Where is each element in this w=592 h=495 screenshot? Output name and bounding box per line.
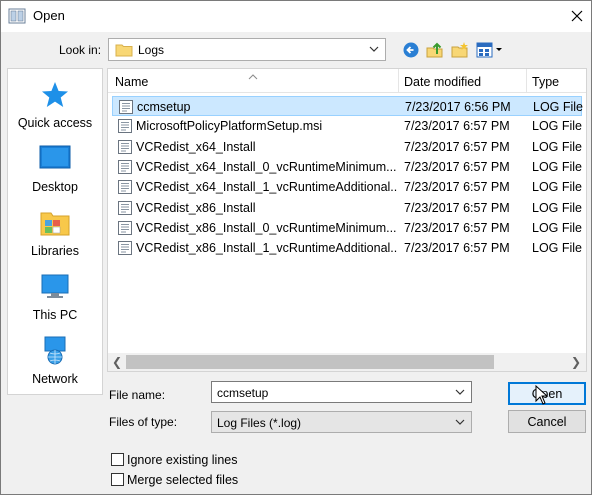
file-type: LOG File xyxy=(533,100,584,114)
file-list[interactable]: Name Date modified Type ccmsetup 7/23/201… xyxy=(107,68,587,372)
column-date[interactable]: Date modified xyxy=(404,75,481,89)
checkbox-box[interactable] xyxy=(111,453,124,466)
log-file-icon xyxy=(118,99,134,118)
file-date: 7/23/2017 6:56 PM xyxy=(405,100,511,114)
log-file-icon xyxy=(117,179,133,198)
desktop-icon xyxy=(39,143,71,175)
log-file-icon xyxy=(117,200,133,219)
view-menu-icon[interactable] xyxy=(476,40,504,60)
place-libraries[interactable]: Libraries xyxy=(8,207,102,263)
place-label: This PC xyxy=(32,308,78,322)
chevron-down-icon[interactable] xyxy=(367,42,381,59)
table-row[interactable]: VCRedist_x64_Install_0_vcRuntimeMinimum.… xyxy=(112,157,582,177)
place-label: Libraries xyxy=(31,244,79,258)
place-label: Quick access xyxy=(17,116,93,130)
file-date: 7/23/2017 6:57 PM xyxy=(404,180,510,195)
title-bar: Open xyxy=(1,1,591,32)
place-network[interactable]: Network xyxy=(8,335,102,391)
file-type: LOG File xyxy=(532,200,583,215)
filetype-label: Files of type: xyxy=(109,415,178,429)
place-this-pc[interactable]: This PC xyxy=(8,271,102,327)
open-dialog: Open Look in: Logs Quick access Desktop … xyxy=(0,0,592,495)
file-date: 7/23/2017 6:57 PM xyxy=(404,159,510,174)
file-name: ccmsetup xyxy=(137,100,191,114)
table-row[interactable]: VCRedist_x64_Install 7/23/2017 6:57 PM LOG… xyxy=(112,137,582,157)
list-header: Name Date modified Type xyxy=(108,69,586,93)
file-type: LOG File xyxy=(532,159,583,174)
network-icon xyxy=(39,335,71,367)
ignore-existing-lines-checkbox[interactable]: Ignore existing lines xyxy=(111,452,311,468)
table-row[interactable]: ccmsetup 7/23/2017 6:56 PM LOG File xyxy=(112,96,584,118)
computer-icon xyxy=(39,271,71,303)
file-date: 7/23/2017 6:57 PM xyxy=(404,220,510,235)
file-name: VCRedist_x86_Install_0_vcRuntimeMinimum.… xyxy=(136,220,397,235)
table-row[interactable]: MicrosoftPolicyPlatformSetup.msi 7/23/201… xyxy=(112,116,582,136)
up-folder-icon[interactable] xyxy=(425,40,445,60)
lookin-value: Logs xyxy=(138,43,165,57)
column-divider[interactable] xyxy=(398,69,399,93)
filename-value: ccmsetup xyxy=(217,386,269,400)
table-row[interactable]: VCRedist_x86_Install_0_vcRuntimeMinimum.… xyxy=(112,218,582,238)
column-type[interactable]: Type xyxy=(532,75,559,89)
chevron-down-icon[interactable] xyxy=(453,415,467,432)
file-name: VCRedist_x86_Install xyxy=(136,200,256,215)
checkbox-box[interactable] xyxy=(111,473,124,486)
checkbox-label: Ignore existing lines xyxy=(127,453,238,467)
close-icon[interactable] xyxy=(563,3,591,29)
file-name: VCRedist_x64_Install_1_vcRuntimeAddition… xyxy=(136,180,398,195)
horizontal-scrollbar[interactable]: ❮ ❯ xyxy=(108,353,586,371)
star-icon xyxy=(39,79,71,111)
file-type: LOG File xyxy=(532,220,583,235)
new-folder-icon[interactable] xyxy=(450,40,470,60)
cancel-button[interactable]: Cancel xyxy=(508,410,586,433)
dialog-icon xyxy=(8,8,26,24)
file-name: MicrosoftPolicyPlatformSetup.msi xyxy=(136,119,323,134)
scroll-left-icon[interactable]: ❮ xyxy=(112,355,122,369)
folder-icon xyxy=(115,42,133,60)
mouse-pointer-icon xyxy=(535,384,549,408)
file-type: LOG File xyxy=(532,241,583,256)
scroll-thumb[interactable] xyxy=(126,355,494,369)
file-date: 7/23/2017 6:57 PM xyxy=(404,241,510,256)
place-desktop[interactable]: Desktop xyxy=(8,143,102,199)
column-name[interactable]: Name xyxy=(115,75,148,89)
lookin-combobox[interactable]: Logs xyxy=(108,38,386,61)
file-date: 7/23/2017 6:57 PM xyxy=(404,119,510,134)
log-file-icon xyxy=(117,240,133,259)
table-row[interactable]: VCRedist_x86_Install_1_vcRuntimeAddition… xyxy=(112,238,582,258)
filetype-value: Log Files (*.log) xyxy=(217,416,302,430)
log-file-icon xyxy=(117,220,133,239)
place-label: Network xyxy=(32,372,78,386)
file-type: LOG File xyxy=(532,119,583,134)
filename-input[interactable]: ccmsetup xyxy=(211,381,472,403)
file-date: 7/23/2017 6:57 PM xyxy=(404,200,510,215)
filetype-select[interactable]: Log Files (*.log) xyxy=(211,411,472,433)
log-file-icon xyxy=(117,118,133,137)
lookin-label: Look in: xyxy=(59,43,102,57)
column-divider[interactable] xyxy=(526,69,527,93)
table-row[interactable]: VCRedist_x86_Install 7/23/2017 6:57 PM LOG… xyxy=(112,198,582,218)
dialog-title: Open xyxy=(33,8,65,23)
places-bar: Quick access Desktop Libraries This PC N… xyxy=(7,68,103,395)
file-name: VCRedist_x64_Install xyxy=(136,139,256,154)
file-name: VCRedist_x86_Install_1_vcRuntimeAddition… xyxy=(136,241,398,256)
log-file-icon xyxy=(117,139,133,158)
merge-selected-files-checkbox[interactable]: Merge selected files xyxy=(111,472,311,488)
scroll-right-icon[interactable]: ❯ xyxy=(571,355,581,369)
file-date: 7/23/2017 6:57 PM xyxy=(404,139,510,154)
checkbox-label: Merge selected files xyxy=(127,473,239,487)
libraries-icon xyxy=(39,207,71,239)
chevron-down-icon[interactable] xyxy=(453,385,467,402)
file-type: LOG File xyxy=(532,180,583,195)
log-file-icon xyxy=(117,159,133,178)
place-quick-access[interactable]: Quick access xyxy=(8,79,102,135)
place-label: Desktop xyxy=(32,180,78,194)
back-icon[interactable] xyxy=(401,40,421,60)
sort-ascending-icon xyxy=(248,69,258,83)
filename-label: File name: xyxy=(109,388,166,402)
table-row[interactable]: VCRedist_x64_Install_1_vcRuntimeAddition… xyxy=(112,177,582,197)
file-name: VCRedist_x64_Install_0_vcRuntimeMinimum.… xyxy=(136,159,397,174)
file-type: LOG File xyxy=(532,139,583,154)
